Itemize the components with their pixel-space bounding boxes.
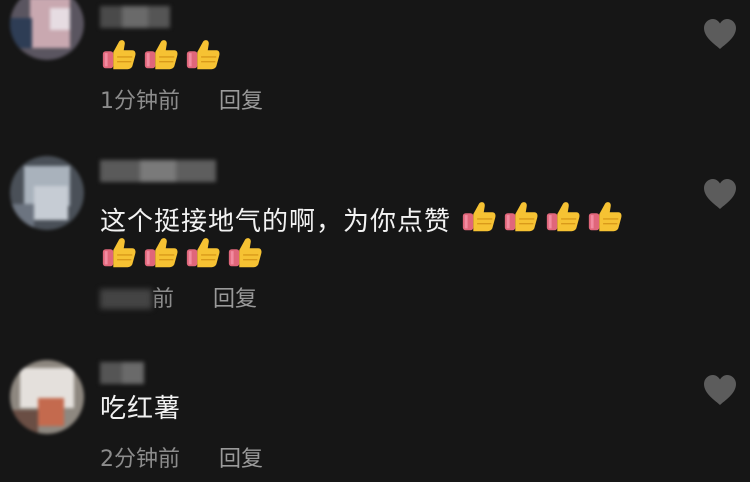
comment-time: 前 — [152, 287, 175, 312]
comment-text — [100, 36, 222, 77]
avatar[interactable] — [10, 0, 84, 60]
thumbs-up-emoji — [589, 202, 622, 232]
comment-item: 这个挺接地气的啊，为你点赞 前 回复 — [0, 150, 750, 325]
comment-meta: 2分钟前 回复 — [100, 446, 263, 474]
blurred-time-prefix — [100, 289, 152, 309]
avatar[interactable] — [10, 360, 84, 434]
thumbs-up-emoji — [186, 238, 220, 268]
thumbs-up-emoji — [547, 202, 580, 232]
comment-time: 2分钟前 — [100, 447, 180, 472]
thumbs-up-emoji-group — [100, 234, 264, 272]
thumbs-up-emoji-group — [100, 36, 222, 74]
reply-button[interactable]: 回复 — [219, 446, 263, 474]
comment-text: 这个挺接地气的啊，为你点赞 — [100, 198, 624, 239]
thumbs-up-emoji — [144, 238, 178, 268]
thumbs-up-emoji — [186, 40, 220, 70]
comment-meta: 前 回复 — [100, 286, 257, 314]
thumbs-up-emoji — [463, 202, 496, 232]
comment-meta: 1分钟前 回复 — [100, 88, 263, 116]
comment-text: 吃红薯 — [100, 392, 181, 426]
thumbs-up-emoji — [102, 40, 136, 70]
username[interactable] — [100, 362, 144, 384]
heart-icon[interactable] — [702, 178, 738, 210]
thumbs-up-emoji — [228, 238, 262, 268]
comment-item: 吃红薯 2分钟前 回复 — [0, 352, 750, 482]
heart-icon[interactable] — [702, 374, 738, 406]
reply-button[interactable]: 回复 — [219, 88, 263, 116]
reply-button[interactable]: 回复 — [213, 286, 257, 314]
comment-text-content: 吃红薯 — [100, 394, 182, 424]
comment-text-content: 这个挺接地气的啊，为你点赞 — [100, 207, 452, 237]
heart-icon[interactable] — [702, 18, 738, 50]
thumbs-up-emoji — [102, 238, 136, 268]
thumbs-up-emoji — [505, 202, 538, 232]
comment-text-continued — [100, 234, 264, 275]
comment-time: 1分钟前 — [100, 89, 180, 114]
comment-item: 1分钟前 回复 — [0, 0, 750, 130]
thumbs-up-emoji-group — [460, 198, 624, 236]
username[interactable] — [100, 160, 216, 182]
username[interactable] — [100, 6, 170, 28]
thumbs-up-emoji — [144, 40, 178, 70]
avatar[interactable] — [10, 156, 84, 230]
